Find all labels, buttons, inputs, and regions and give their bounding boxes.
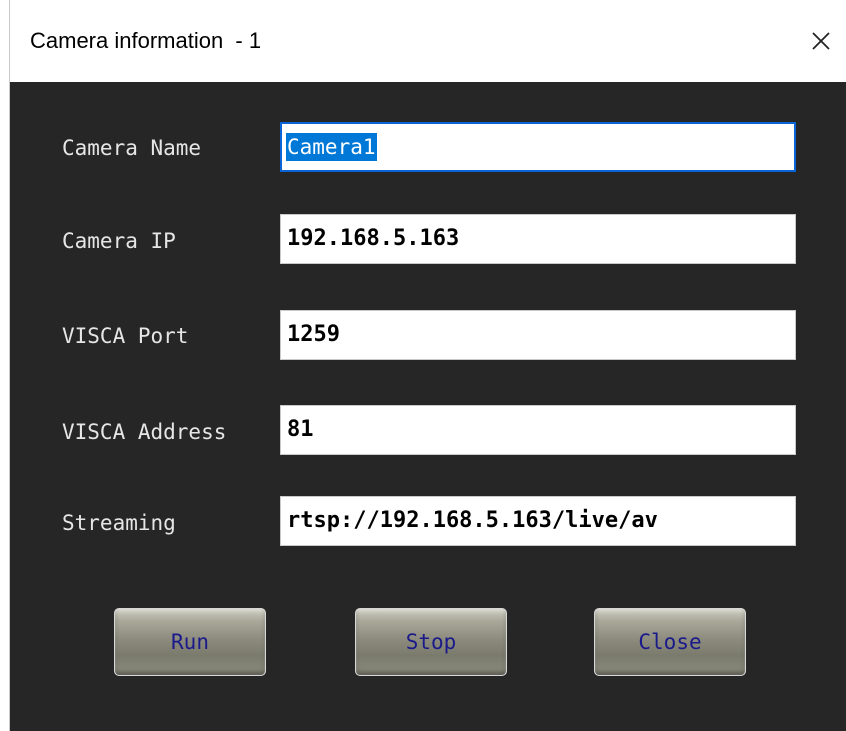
camera-name-label: Camera Name	[62, 136, 202, 160]
visca-port-input[interactable]: 1259	[280, 310, 796, 360]
camera-ip-input[interactable]: 192.168.5.163	[280, 214, 796, 264]
window-title: Camera information - 1	[30, 28, 262, 53]
streaming-input[interactable]: rtsp://192.168.5.163/live/av	[280, 496, 796, 546]
visca-port-label: VISCA Port	[62, 324, 189, 348]
camera-information-dialog: Camera information - 1 Camera Name Camer…	[9, 0, 846, 731]
title-bar: Camera information - 1	[10, 0, 846, 82]
camera-name-value: Camera1	[286, 133, 377, 161]
stop-button[interactable]: Stop	[355, 608, 507, 676]
visca-address-label: VISCA Address	[62, 420, 227, 444]
camera-name-input[interactable]: Camera1	[280, 122, 796, 172]
close-button[interactable]: Close	[594, 608, 746, 676]
visca-address-input[interactable]: 81	[280, 405, 796, 455]
camera-ip-label: Camera IP	[62, 229, 176, 253]
streaming-label: Streaming	[62, 511, 176, 535]
close-icon[interactable]	[800, 18, 840, 62]
run-button[interactable]: Run	[114, 608, 266, 676]
